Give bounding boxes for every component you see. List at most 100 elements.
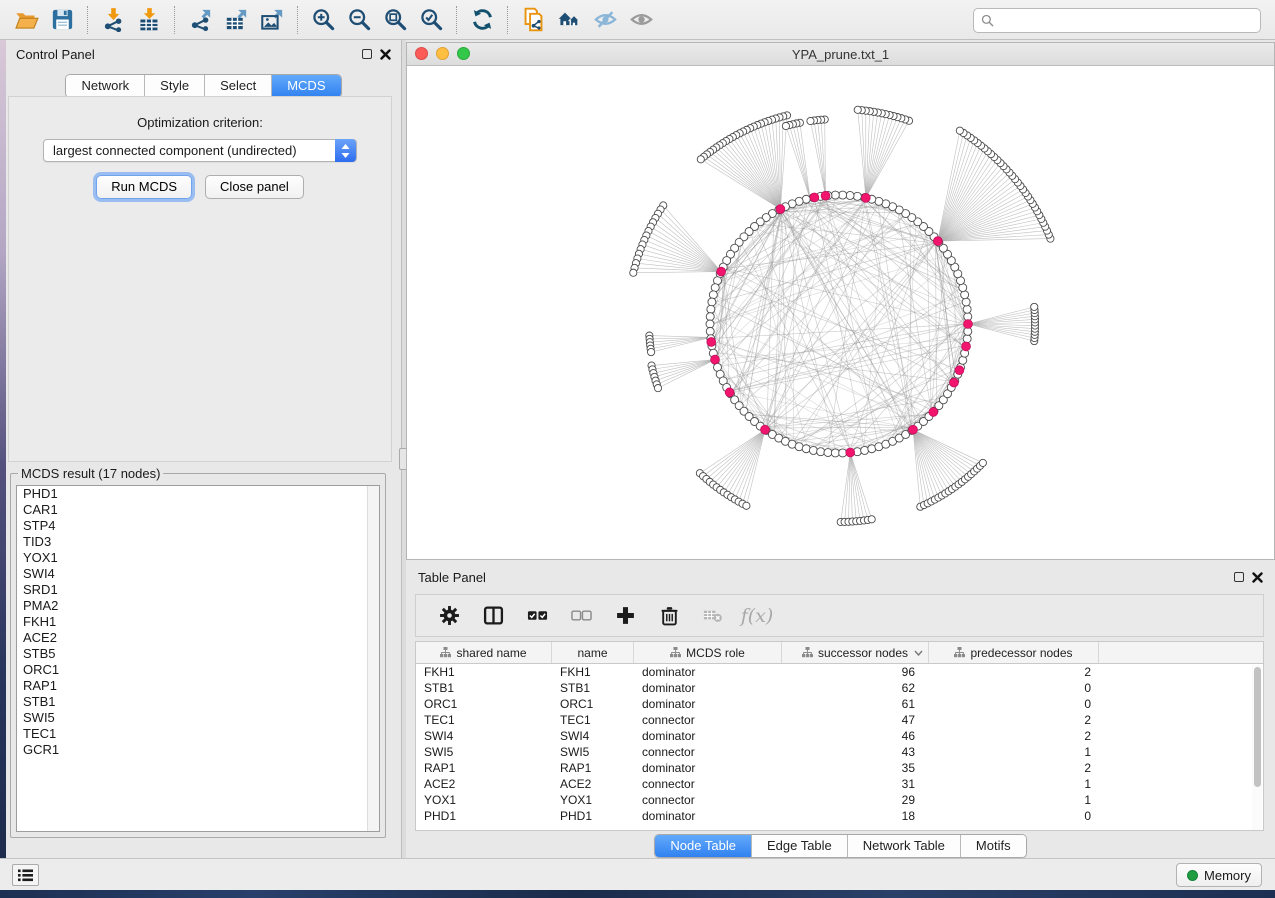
table-cell[interactable]: 31	[782, 777, 929, 791]
open-file-button[interactable]	[8, 4, 44, 36]
table-cell[interactable]: FKH1	[416, 665, 552, 679]
table-cell[interactable]: RAP1	[552, 761, 634, 775]
result-node-item[interactable]: GCR1	[17, 742, 379, 758]
mcds-result-list[interactable]: PHD1CAR1STP4TID3YOX1SWI4SRD1PMA2FKH1ACE2…	[16, 485, 380, 832]
result-node-item[interactable]: SRD1	[17, 582, 379, 598]
table-cell[interactable]: 2	[929, 729, 1099, 743]
table-cell[interactable]: connector	[634, 777, 782, 791]
table-scrollbar[interactable]	[1252, 665, 1262, 831]
column-header-MCDS-role[interactable]: MCDS role	[634, 642, 782, 663]
table-cell[interactable]: 0	[929, 681, 1099, 695]
table-cell[interactable]: STB1	[416, 681, 552, 695]
table-cell[interactable]: ORC1	[552, 697, 634, 711]
table-cell[interactable]: 62	[782, 681, 929, 695]
import-network-button[interactable]	[95, 4, 131, 36]
search-box[interactable]	[973, 8, 1261, 33]
window-minimize-button[interactable]	[436, 47, 449, 60]
table-row[interactable]: ORC1ORC1dominator610	[416, 696, 1263, 712]
memory-button[interactable]: Memory	[1176, 863, 1262, 887]
zoom-fit-button[interactable]	[377, 4, 413, 36]
table-cell[interactable]: dominator	[634, 761, 782, 775]
show-column-pane-button[interactable]	[478, 600, 508, 632]
result-node-item[interactable]: PHD1	[17, 486, 379, 502]
table-cell[interactable]: 2	[929, 761, 1099, 775]
result-node-item[interactable]: SWI4	[17, 566, 379, 582]
network-window-titlebar[interactable]: YPA_prune.txt_1	[407, 43, 1274, 66]
result-node-item[interactable]: ORC1	[17, 662, 379, 678]
table-cell[interactable]: dominator	[634, 665, 782, 679]
table-cell[interactable]: SWI4	[552, 729, 634, 743]
table-cell[interactable]: STB1	[552, 681, 634, 695]
zoom-out-button[interactable]	[341, 4, 377, 36]
refresh-view-button[interactable]	[464, 4, 500, 36]
table-cell[interactable]: YOX1	[552, 793, 634, 807]
tab-motifs[interactable]: Motifs	[961, 835, 1026, 857]
result-list-scrollbar[interactable]	[367, 486, 379, 831]
export-image-button[interactable]	[254, 4, 290, 36]
window-zoom-button[interactable]	[457, 47, 470, 60]
table-row[interactable]: YOX1YOX1connector291	[416, 792, 1263, 808]
first-neighbors-button[interactable]	[551, 4, 587, 36]
search-input[interactable]	[999, 14, 1253, 28]
clone-network-button[interactable]	[515, 4, 551, 36]
close-panel-icon[interactable]	[1252, 572, 1263, 583]
table-cell[interactable]: 18	[782, 809, 929, 823]
result-node-item[interactable]: FKH1	[17, 614, 379, 630]
result-node-item[interactable]: ACE2	[17, 630, 379, 646]
table-row[interactable]: SWI4SWI4dominator462	[416, 728, 1263, 744]
table-cell[interactable]: 1	[929, 777, 1099, 791]
table-cell[interactable]: connector	[634, 713, 782, 727]
table-scrollbar-thumb[interactable]	[1254, 667, 1261, 787]
save-session-button[interactable]	[44, 4, 80, 36]
result-node-item[interactable]: CAR1	[17, 502, 379, 518]
table-cell[interactable]: 35	[782, 761, 929, 775]
table-row[interactable]: FKH1FKH1dominator962	[416, 664, 1263, 680]
network-canvas[interactable]	[407, 66, 1274, 559]
tab-edge-table[interactable]: Edge Table	[752, 835, 848, 857]
table-row[interactable]: PHD1PHD1dominator180	[416, 808, 1263, 824]
export-network-button[interactable]	[182, 4, 218, 36]
float-panel-icon[interactable]	[1234, 572, 1244, 582]
column-header-predecessor-nodes[interactable]: predecessor nodes	[929, 642, 1099, 663]
close-panel-icon[interactable]	[380, 49, 391, 60]
zoom-in-button[interactable]	[305, 4, 341, 36]
criterion-dropdown[interactable]: largest connected component (undirected)	[43, 139, 357, 162]
network-graph[interactable]	[407, 66, 1274, 559]
table-cell[interactable]: 61	[782, 697, 929, 711]
result-node-item[interactable]: SWI5	[17, 710, 379, 726]
result-node-item[interactable]: YOX1	[17, 550, 379, 566]
table-settings-button[interactable]	[434, 600, 464, 632]
table-cell[interactable]: PHD1	[416, 809, 552, 823]
table-cell[interactable]: PHD1	[552, 809, 634, 823]
delete-column-button[interactable]	[654, 600, 684, 632]
table-cell[interactable]: SWI5	[552, 745, 634, 759]
column-header-successor-nodes[interactable]: successor nodes	[782, 642, 929, 663]
table-row[interactable]: SWI5SWI5connector431	[416, 744, 1263, 760]
table-row[interactable]: RAP1RAP1dominator352	[416, 760, 1263, 776]
table-cell[interactable]: TEC1	[552, 713, 634, 727]
table-cell[interactable]: dominator	[634, 697, 782, 711]
task-history-button[interactable]	[12, 864, 39, 886]
window-close-button[interactable]	[415, 47, 428, 60]
table-cell[interactable]: TEC1	[416, 713, 552, 727]
table-cell[interactable]: YOX1	[416, 793, 552, 807]
table-cell[interactable]: 96	[782, 665, 929, 679]
table-cell[interactable]: dominator	[634, 729, 782, 743]
deselect-all-button[interactable]	[566, 600, 596, 632]
table-cell[interactable]: 1	[929, 745, 1099, 759]
tab-select[interactable]: Select	[205, 75, 272, 97]
table-cell[interactable]: 46	[782, 729, 929, 743]
table-cell[interactable]: 47	[782, 713, 929, 727]
column-header-shared-name[interactable]: shared name	[416, 642, 552, 663]
tab-style[interactable]: Style	[145, 75, 205, 97]
result-node-item[interactable]: STB5	[17, 646, 379, 662]
table-cell[interactable]: 2	[929, 713, 1099, 727]
table-cell[interactable]: dominator	[634, 809, 782, 823]
table-row[interactable]: STB1STB1dominator620	[416, 680, 1263, 696]
table-cell[interactable]: SWI5	[416, 745, 552, 759]
table-cell[interactable]: connector	[634, 745, 782, 759]
result-node-item[interactable]: PMA2	[17, 598, 379, 614]
table-cell[interactable]: ACE2	[552, 777, 634, 791]
table-cell[interactable]: connector	[634, 793, 782, 807]
table-cell[interactable]: ACE2	[416, 777, 552, 791]
